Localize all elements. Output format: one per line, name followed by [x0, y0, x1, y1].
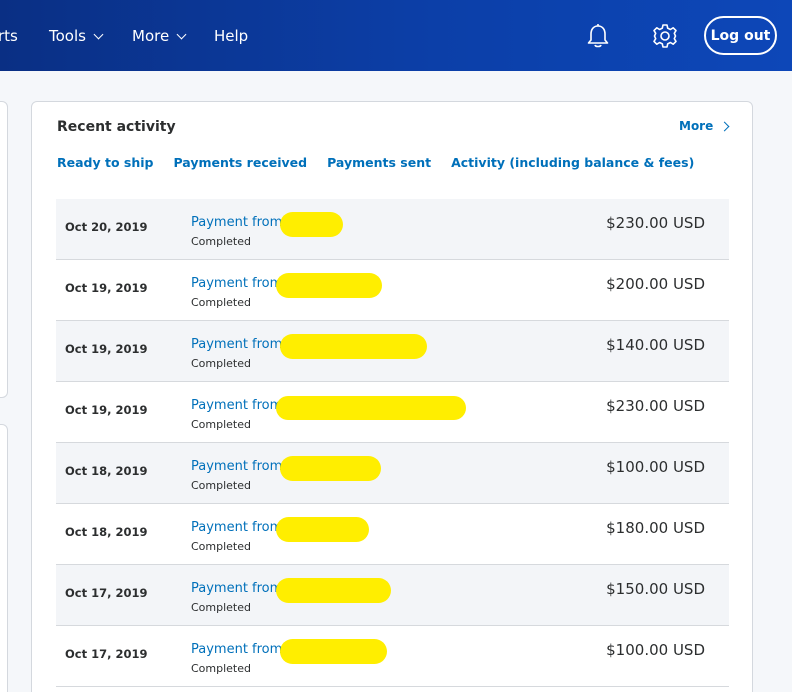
- transaction-amount: $200.00 USD: [606, 275, 705, 293]
- gear-icon[interactable]: [651, 22, 679, 50]
- redaction-mark: [280, 212, 343, 237]
- transaction-amount: $100.00 USD: [606, 458, 705, 476]
- list-item[interactable]: Oct 20, 2019 Payment from Completed $230…: [56, 199, 729, 260]
- transaction-amount: $150.00 USD: [606, 580, 705, 598]
- redaction-mark: [280, 334, 427, 359]
- transaction-date: Oct 18, 2019: [65, 525, 148, 539]
- top-navigation-bar: rts Tools More Help Log out: [0, 0, 792, 71]
- redaction-mark: [276, 396, 466, 420]
- list-item[interactable]: Oct 17, 2019 Payment from Completed $150…: [56, 565, 729, 626]
- transaction-status: Completed: [191, 296, 251, 309]
- nav-item-more[interactable]: More: [132, 27, 187, 45]
- transaction-amount: $100.00 USD: [606, 641, 705, 659]
- recent-activity-card: Recent activity More Ready to ship Payme…: [31, 101, 753, 692]
- list-item[interactable]: Oct 18, 2019 Payment from Completed $180…: [56, 504, 729, 565]
- card-title: Recent activity: [57, 119, 176, 135]
- transaction-status: Completed: [191, 357, 251, 370]
- redaction-mark: [276, 273, 382, 298]
- transaction-description[interactable]: Payment from: [191, 276, 282, 291]
- activity-list: Oct 20, 2019 Payment from Completed $230…: [56, 199, 729, 687]
- transaction-description[interactable]: Payment from: [191, 337, 282, 352]
- transaction-date: Oct 17, 2019: [65, 647, 148, 661]
- tab-activity[interactable]: Activity (including balance & fees): [451, 155, 694, 170]
- transaction-description[interactable]: Payment from: [191, 459, 282, 474]
- redaction-mark: [280, 456, 381, 481]
- transaction-status: Completed: [191, 601, 251, 614]
- transaction-amount: $230.00 USD: [606, 214, 705, 232]
- tab-payments-received[interactable]: Payments received: [173, 155, 307, 170]
- transaction-status: Completed: [191, 662, 251, 675]
- transaction-description[interactable]: Payment from: [191, 581, 282, 596]
- nav-item-label: Tools: [49, 27, 86, 45]
- transaction-amount: $140.00 USD: [606, 336, 705, 354]
- transaction-description[interactable]: Payment from: [191, 215, 282, 230]
- list-item[interactable]: Oct 19, 2019 Payment from Completed $200…: [56, 260, 729, 321]
- chevron-down-icon: [176, 29, 187, 39]
- more-link-label: More: [679, 119, 714, 133]
- chevron-right-icon: [719, 121, 730, 131]
- transaction-status: Completed: [191, 235, 251, 248]
- transaction-description[interactable]: Payment from: [191, 642, 282, 657]
- nav-item-help[interactable]: Help: [214, 27, 248, 45]
- more-link[interactable]: More: [679, 119, 730, 133]
- side-card: [0, 101, 8, 398]
- redaction-mark: [276, 517, 369, 542]
- tab-ready-to-ship[interactable]: Ready to ship: [57, 155, 153, 170]
- activity-tabs: Ready to ship Payments received Payments…: [57, 155, 694, 170]
- transaction-date: Oct 19, 2019: [65, 342, 148, 356]
- side-card: [0, 424, 8, 692]
- transaction-amount: $180.00 USD: [606, 519, 705, 537]
- nav-item-partial[interactable]: rts: [0, 27, 18, 45]
- transaction-date: Oct 20, 2019: [65, 220, 148, 234]
- nav-item-label: More: [132, 27, 170, 45]
- transaction-status: Completed: [191, 418, 251, 431]
- transaction-date: Oct 18, 2019: [65, 464, 148, 478]
- nav-item-label: rts: [0, 27, 18, 45]
- transaction-date: Oct 17, 2019: [65, 586, 148, 600]
- transaction-amount: $230.00 USD: [606, 397, 705, 415]
- transaction-description[interactable]: Payment from: [191, 520, 282, 535]
- tab-payments-sent[interactable]: Payments sent: [327, 155, 431, 170]
- transaction-date: Oct 19, 2019: [65, 281, 148, 295]
- redaction-mark: [276, 578, 391, 603]
- nav-item-tools[interactable]: Tools: [49, 27, 104, 45]
- chevron-down-icon: [93, 29, 104, 39]
- logout-button[interactable]: Log out: [704, 16, 777, 55]
- list-item[interactable]: Oct 19, 2019 Payment from Completed $140…: [56, 321, 729, 382]
- bell-icon[interactable]: [584, 22, 612, 50]
- transaction-status: Completed: [191, 479, 251, 492]
- transaction-status: Completed: [191, 540, 251, 553]
- list-item[interactable]: Oct 19, 2019 Payment from Completed $230…: [56, 382, 729, 443]
- list-item[interactable]: Oct 18, 2019 Payment from Completed $100…: [56, 443, 729, 504]
- transaction-description[interactable]: Payment from: [191, 398, 282, 413]
- transaction-date: Oct 19, 2019: [65, 403, 148, 417]
- redaction-mark: [280, 639, 387, 664]
- list-item[interactable]: Oct 17, 2019 Payment from Completed $100…: [56, 626, 729, 687]
- nav-item-label: Help: [214, 27, 249, 45]
